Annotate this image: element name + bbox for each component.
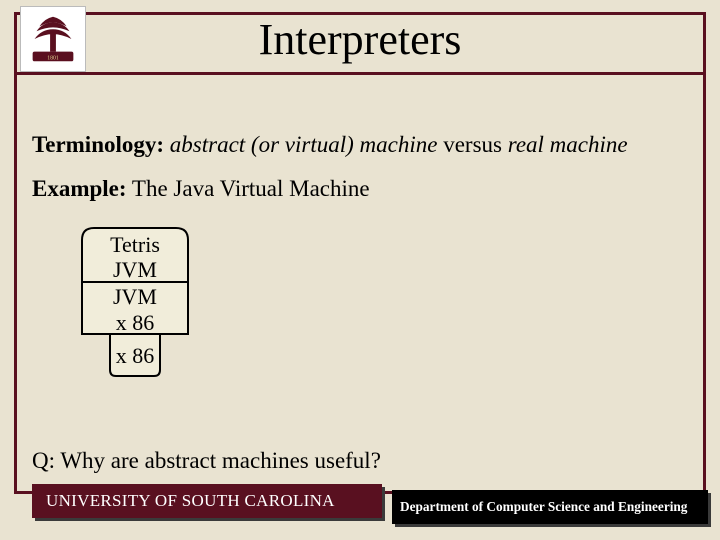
stack-lang-1: JVM: [80, 257, 190, 283]
svg-text:1801: 1801: [47, 55, 59, 61]
footer-university: UNIVERSITY OF SOUTH CAROLINA: [32, 484, 382, 518]
title-underline: [17, 72, 703, 75]
terminology-versus: versus: [443, 132, 508, 157]
university-logo: 1801: [20, 6, 86, 72]
terminology-line: Terminology: abstract (or virtual) machi…: [32, 132, 628, 158]
stack-interpreter: JVM: [80, 284, 190, 310]
example-text: The Java Virtual Machine: [132, 176, 370, 201]
slide-title: Interpreters: [0, 14, 720, 65]
stack-machine: x 86: [80, 343, 190, 369]
footer-department: Department of Computer Science and Engin…: [392, 490, 708, 524]
terminology-label: Terminology:: [32, 132, 164, 157]
terminology-real: real machine: [508, 132, 628, 157]
palmetto-logo-icon: 1801: [21, 7, 85, 71]
stack-program: Tetris: [80, 232, 190, 258]
stack-lang-2: x 86: [80, 310, 190, 336]
example-line: Example: The Java Virtual Machine: [32, 176, 370, 202]
terminology-abstract: abstract (or virtual) machine: [170, 132, 438, 157]
example-label: Example:: [32, 176, 127, 201]
slide: 1801 Interpreters Terminology: abstract …: [0, 0, 720, 540]
question-line: Q: Why are abstract machines useful?: [32, 448, 381, 474]
